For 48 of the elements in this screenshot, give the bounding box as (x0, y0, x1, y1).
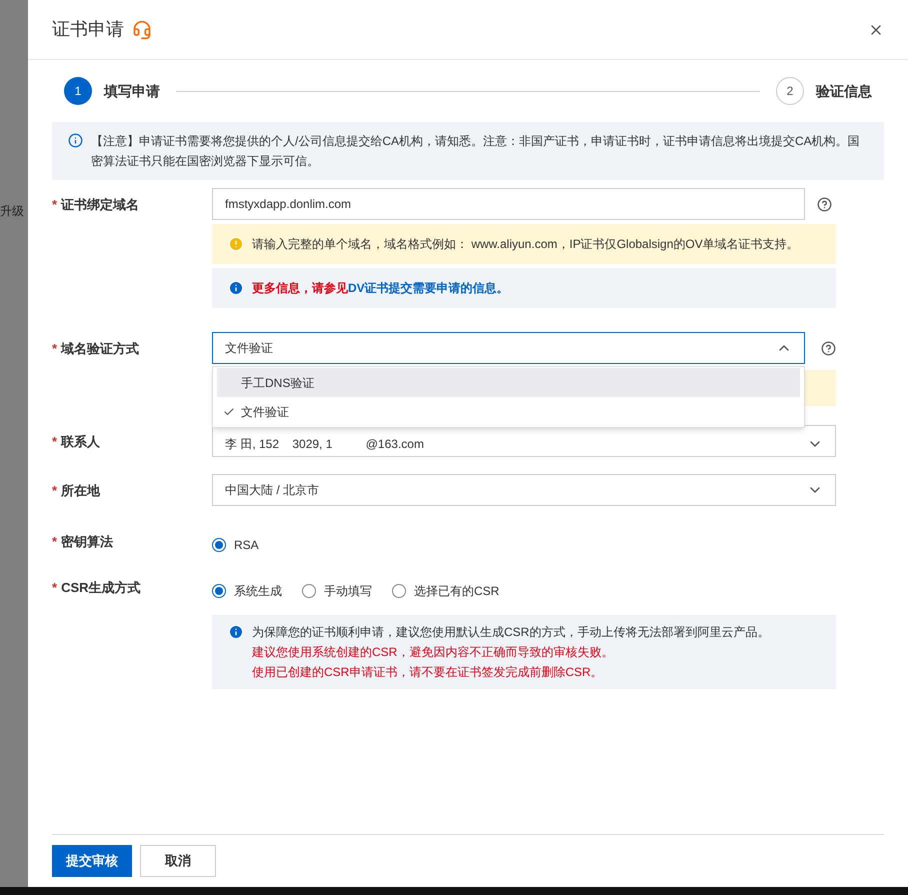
info-link[interactable]: DV证书提交需要申请的信息。 (348, 279, 509, 297)
tip-text: 为保障您的证书顺利申请，建议您使用默认生成CSR的方式，手动上传将无法部署到阿里云产品。 (252, 624, 770, 641)
radio-icon[interactable] (392, 584, 406, 598)
required-mark: * (52, 533, 58, 551)
step-number: 1 (64, 77, 92, 105)
domain-input[interactable]: fmstyxdapp.donlim.com (212, 188, 805, 220)
dialog-title: 证书申请 (52, 18, 124, 41)
help-icon[interactable] (821, 340, 836, 356)
cancel-button[interactable]: 取消 (140, 845, 216, 877)
headset-icon[interactable] (132, 20, 152, 40)
step-label: 填写申请 (104, 82, 160, 100)
field-label: 证书绑定域名 (61, 196, 140, 214)
required-mark: * (52, 482, 58, 500)
radio-option[interactable]: 选择已有的CSR (392, 582, 500, 600)
info-text: 更多信息，请参见 (252, 280, 348, 297)
warning-icon (228, 236, 244, 252)
field-label: CSR生成方式 (61, 579, 141, 597)
required-mark: * (52, 579, 58, 597)
required-mark: * (52, 433, 58, 451)
tip-text: 建议您使用系统创建的CSR，避免因内容不正确而导致的审核失败。 (252, 644, 614, 661)
radio-option[interactable]: 系统生成 (212, 582, 282, 600)
radio-option[interactable]: 手动填写 (302, 582, 372, 600)
required-mark: * (52, 196, 58, 214)
radio-icon[interactable] (302, 584, 316, 598)
location-select[interactable]: 中国大陆 / 北京市 (212, 474, 836, 506)
backdrop-text: 升级 (0, 203, 24, 220)
submit-button[interactable]: 提交审核 (52, 845, 132, 877)
field-label: 所在地 (61, 482, 100, 500)
help-icon[interactable] (817, 196, 832, 212)
dropdown-option[interactable]: 手工DNS验证 (217, 368, 800, 397)
required-mark: * (52, 340, 58, 358)
step-number: 2 (776, 77, 804, 105)
radio-icon[interactable] (212, 538, 226, 552)
contact-select[interactable]: 李 田, 152 3029, 1 @163.com (212, 425, 836, 457)
info-icon (228, 280, 244, 296)
field-label: 密钥算法 (61, 533, 114, 551)
check-icon (223, 406, 235, 418)
info-icon (228, 624, 244, 640)
field-label: 域名验证方式 (61, 340, 140, 358)
verification-select[interactable]: 文件验证 (212, 332, 805, 364)
warning-text: 请输入完整的单个域名，域名格式例如： www.aliyun.com，IP证书仅Globalsign的OV单域名证书支持。 (252, 236, 799, 253)
info-icon (68, 133, 83, 148)
step-label: 验证信息 (816, 82, 872, 100)
notice-text: 【注意】申请证书需要将您提供的个人/公司信息提交给CA机构，请知悉。注意：非国产证书，申请证书时，证书申请信息将出境提交CA机构。国密算法证书只能在国密浏览器下显示可信。 (91, 133, 861, 170)
radio-option[interactable]: RSA (212, 536, 259, 554)
tip-text: 使用已创建的CSR申请证书，请不要在证书签发完成前删除CSR。 (252, 664, 604, 681)
radio-icon[interactable] (212, 584, 226, 598)
field-label: 联系人 (61, 433, 100, 451)
